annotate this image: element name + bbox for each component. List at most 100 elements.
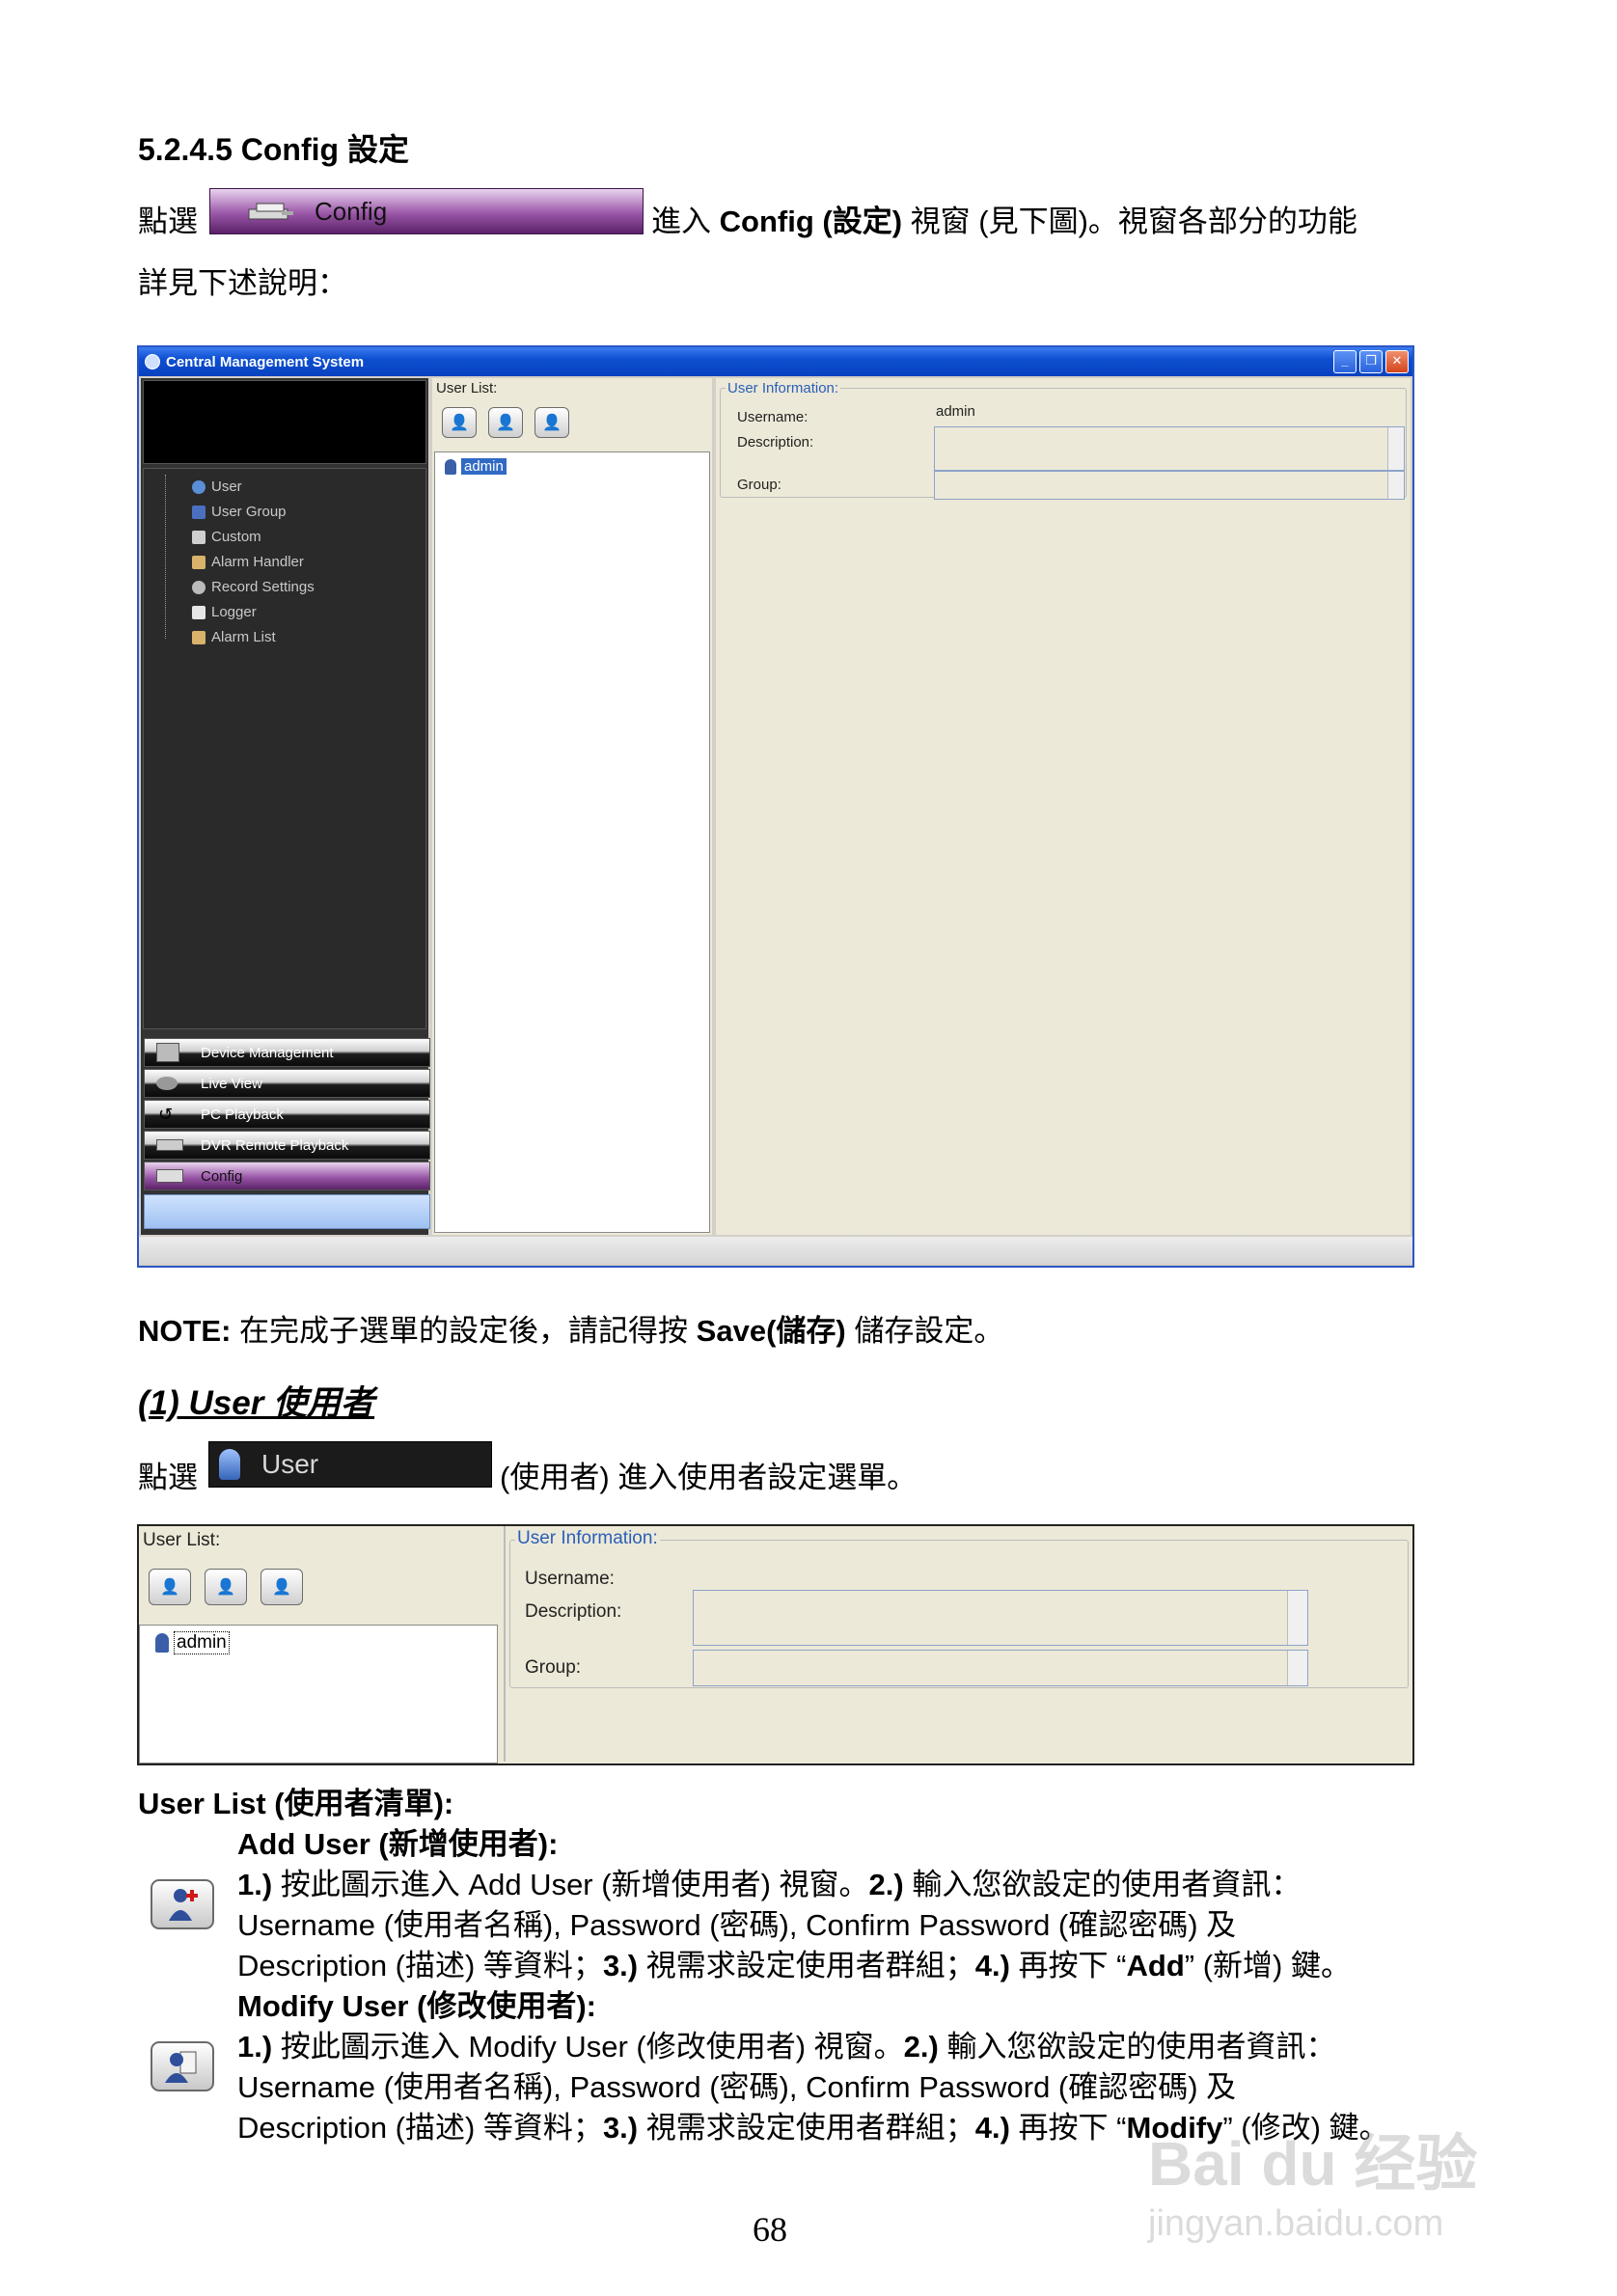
panel-user-toolbar: 👤 👤 👤	[149, 1569, 303, 1605]
user-info-pane: User Information: Username: admin Descri…	[716, 378, 1411, 1235]
username-label: Username:	[737, 409, 808, 425]
panel-add-user-icon[interactable]: 👤	[149, 1569, 191, 1605]
cms-window: Central Management System _ ❐ ✕ User User …	[137, 345, 1414, 1268]
user-icon	[445, 458, 456, 475]
modify-user-icon[interactable]: 👤	[488, 407, 523, 438]
panel-user-list-label: User List:	[143, 1530, 221, 1550]
user-list-pane: User List: 👤 👤 👤 admin	[432, 378, 712, 1235]
note: NOTE: 在完成子選單的設定後，請記得按 Save(儲存) 儲存設定。	[138, 1314, 1004, 1348]
user-button[interactable]: User	[208, 1441, 492, 1488]
section-heading: 5.2.4.5 Config 設定	[138, 132, 409, 167]
custom-icon	[192, 530, 206, 544]
add-user-line1: 1.) 按此圖示進入 Add User (新增使用者) 視窗。2.) 輸入您欲設…	[237, 1868, 1302, 1901]
user-group-icon	[192, 505, 206, 519]
baidu-watermark: Bai du 经验 jingyan.baidu.com	[1148, 2115, 1553, 2250]
intro-line2: 詳見下述說明：	[138, 266, 347, 300]
list-item[interactable]: admin	[445, 458, 507, 475]
app-icon	[145, 354, 160, 369]
minimize-icon[interactable]: _	[1333, 350, 1357, 373]
group-field[interactable]	[934, 471, 1405, 500]
user-list-label: User List:	[436, 380, 498, 396]
description-label: Description:	[737, 434, 814, 451]
panel-modify-user-icon[interactable]: 👤	[205, 1569, 247, 1605]
logger-icon	[192, 605, 206, 619]
nav-device-management[interactable]: Device Management	[144, 1038, 430, 1067]
panel-group-scrollbar[interactable]	[1287, 1651, 1307, 1685]
panel-info-pane: User Information: Username: Description:…	[504, 1526, 1412, 1762]
window-title: Central Management System	[166, 353, 365, 370]
preview-area	[143, 380, 426, 464]
panel-info-label: User Information:	[515, 1528, 660, 1549]
add-user-line3: Description (描述) 等資料；3.) 視需求設定使用者群組；4.) …	[237, 1949, 1351, 1982]
tree-item-user[interactable]: User	[192, 478, 242, 495]
intro-click-prefix: 點選	[138, 205, 198, 238]
record-settings-icon	[192, 580, 206, 594]
tree-item-custom[interactable]: Custom	[192, 529, 261, 545]
device-management-icon	[156, 1043, 179, 1062]
username-value: admin	[936, 403, 975, 420]
config-icon	[247, 200, 295, 223]
alarm-handler-icon	[192, 555, 206, 569]
live-view-icon	[156, 1077, 178, 1090]
add-user-heading: Add User (新增使用者):	[237, 1827, 559, 1861]
page-number: 68	[753, 2210, 787, 2249]
panel-description-label: Description:	[525, 1601, 622, 1622]
panel-description-scrollbar[interactable]	[1287, 1591, 1307, 1645]
tree-item-alarm-handler[interactable]: Alarm Handler	[192, 554, 304, 570]
modify-user-line1: 1.) 按此圖示進入 Modify User (修改使用者) 視窗。2.) 輸入…	[237, 2030, 1336, 2064]
user-panel: User List: 👤 👤 👤 admin User Information:…	[137, 1524, 1414, 1765]
dvr-remote-playback-icon	[156, 1139, 183, 1151]
group-label: Group:	[737, 477, 781, 493]
add-user-line2: Username (使用者名稱), Password (密碼), Confirm…	[237, 1908, 1237, 1942]
maximize-icon[interactable]: ❐	[1359, 350, 1383, 373]
config-nav-icon	[156, 1169, 183, 1183]
delete-user-icon[interactable]: 👤	[534, 407, 569, 438]
nav-dvr-remote-playback[interactable]: DVR Remote Playback	[144, 1131, 430, 1160]
status-strip	[144, 1194, 430, 1229]
panel-user-list: admin	[139, 1625, 498, 1763]
tree-item-record-settings[interactable]: Record Settings	[192, 579, 315, 595]
nav-config[interactable]: Config	[144, 1162, 430, 1190]
close-icon[interactable]: ✕	[1385, 350, 1409, 373]
user-list: admin	[434, 451, 710, 1233]
modify-user-heading: Modify User (修改使用者):	[237, 1989, 596, 2023]
add-user-icon[interactable]: 👤	[442, 407, 477, 438]
config-button-label: Config	[315, 196, 388, 226]
config-button[interactable]: Config	[209, 188, 644, 234]
tree-item-user-group[interactable]: User Group	[192, 504, 287, 520]
intro-line1: 進入 Config (設定) 視窗 (見下圖)。視窗各部分的功能	[651, 205, 1357, 238]
panel-group-field[interactable]	[693, 1650, 1308, 1686]
panel-group-label: Group:	[525, 1657, 582, 1678]
config-tree: User User Group Custom Alarm Handler Rec…	[143, 468, 426, 1029]
description-scrollbar[interactable]	[1387, 427, 1404, 470]
panel-description-field[interactable]	[693, 1590, 1308, 1646]
nav-live-view[interactable]: Live View	[144, 1069, 430, 1098]
left-pane: User User Group Custom Alarm Handler Rec…	[141, 378, 430, 1235]
user-heading: (1) User 使用者	[138, 1384, 375, 1422]
user-btn-icon	[219, 1449, 240, 1480]
user-button-label: User	[261, 1449, 319, 1479]
user-icon	[192, 479, 206, 494]
user-toolbar: 👤 👤 👤	[442, 407, 569, 438]
title-bar: Central Management System _ ❐ ✕	[139, 347, 1412, 376]
tree-item-logger[interactable]: Logger	[192, 604, 257, 620]
nav-pc-playback[interactable]: ↺ PC Playback	[144, 1100, 430, 1129]
watermark-line2: jingyan.baidu.com	[1148, 2203, 1444, 2244]
group-scrollbar[interactable]	[1387, 472, 1404, 499]
panel-user-icon	[155, 1633, 169, 1653]
modify-user-line2: Username (使用者名稱), Password (密碼), Confirm…	[237, 2070, 1237, 2104]
alarm-list-icon	[192, 630, 206, 644]
user-list-heading: User List (使用者清單):	[138, 1787, 454, 1820]
panel-list-item[interactable]: admin	[155, 1631, 230, 1654]
panel-username-label: Username:	[525, 1569, 615, 1589]
user-info-label: User Information:	[726, 380, 841, 396]
pc-playback-icon: ↺	[158, 1104, 174, 1124]
description-field[interactable]	[934, 426, 1405, 471]
user-intro-text: (使用者) 進入使用者設定選單。	[500, 1461, 918, 1494]
panel-delete-user-icon[interactable]: 👤	[260, 1569, 303, 1605]
modify-user-big-icon	[151, 2041, 214, 2091]
tree-item-alarm-list[interactable]: Alarm List	[192, 629, 276, 645]
bottom-bar	[139, 1237, 1412, 1264]
user-intro-click-prefix: 點選	[138, 1461, 198, 1494]
add-user-big-icon	[151, 1879, 214, 1929]
